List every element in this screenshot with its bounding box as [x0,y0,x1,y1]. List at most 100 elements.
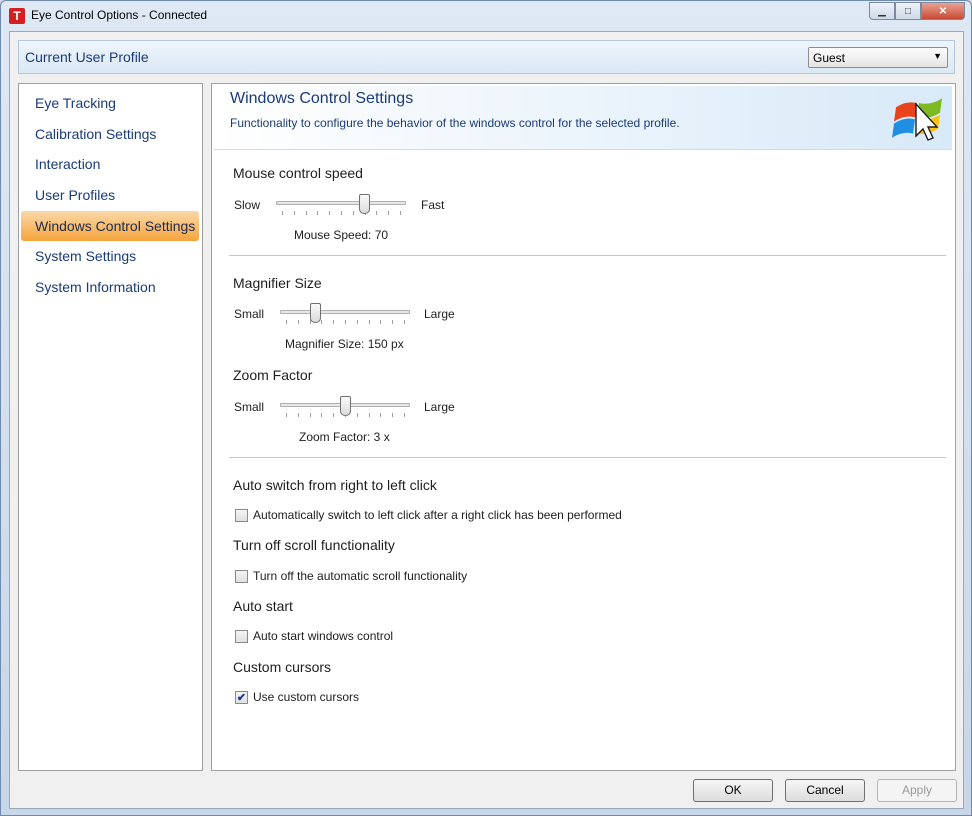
page-description: Functionality to configure the behavior … [230,116,680,130]
close-button[interactable]: ✕ [921,2,965,20]
auto-start-title: Auto start [233,598,293,614]
mouse-speed-max-label: Fast [421,198,445,212]
divider [229,457,946,458]
slider-tick [368,413,370,417]
slider-tick [368,320,370,324]
minimize-button[interactable]: ▁ [869,2,895,20]
maximize-button[interactable]: □ [895,2,921,20]
title-bar[interactable]: T Eye Control Options - Connected ▁ □ ✕ [1,1,971,31]
zoom-factor-slider[interactable] [280,396,410,420]
slider-tick [392,320,394,324]
scroll-option[interactable]: Turn off the automatic scroll functional… [235,569,467,583]
zoom-factor-value: Zoom Factor: 3 x [299,430,390,444]
windows-logo-icon [892,98,942,141]
page-title: Windows Control Settings [230,90,414,107]
mouse-speed-slider[interactable] [276,194,406,218]
slider-thumb[interactable] [359,194,371,214]
slider-tick [345,320,346,324]
auto-switch-title: Auto switch from right to left click [233,477,437,493]
dialog-client-area: Current User Profile Guest ▼ Eye Trackin… [9,31,964,809]
auto-switch-label: Automatically switch to left click after… [253,508,622,522]
slider-tick [388,211,390,215]
close-icon: ✕ [938,5,948,17]
slider-tick [286,413,287,417]
slider-tick [356,413,358,417]
scroll-title: Turn off scroll functionality [233,537,395,553]
slider-thumb[interactable] [339,396,351,416]
window-title: Eye Control Options - Connected [31,8,208,22]
magnifier-size-slider[interactable] [280,303,410,327]
slider-tick [333,413,335,417]
sidebar: Eye Tracking Calibration Settings Intera… [18,83,203,771]
slider-tick [400,211,401,215]
magnifier-max-label: Large [424,307,455,321]
mouse-speed-title: Mouse control speed [233,165,363,181]
magnifier-size-title: Magnifier Size [233,275,322,291]
slider-thumb[interactable] [310,303,321,323]
slider-tick [404,413,405,417]
apply-button[interactable]: Apply [877,779,957,802]
mouse-speed-min-label: Slow [234,198,261,212]
auto-switch-checkbox[interactable] [235,508,248,522]
scroll-label: Turn off the automatic scroll functional… [253,569,468,583]
divider [229,255,946,256]
custom-cursors-title: Custom cursors [233,659,332,675]
custom-cursors-checkbox[interactable]: ✔ [235,690,248,704]
slider-tick [380,320,382,324]
slider-tick [333,320,335,324]
mouse-speed-value: Mouse Speed: 70 [294,228,389,242]
magnifier-min-label: Small [234,307,265,321]
zoom-factor-title: Zoom Factor [233,367,313,383]
magnifier-size-value: Magnifier Size: 150 px [285,337,404,351]
slider-tick [305,211,307,215]
profile-dropdown[interactable]: Guest ▼ [808,47,948,68]
app-icon: T [9,8,25,24]
auto-start-option[interactable]: Auto start windows control [235,629,393,643]
sidebar-item-calibration-settings[interactable]: Calibration Settings [21,119,199,149]
panel-header: Windows Control Settings Functionality t… [214,86,952,150]
slider-track [280,310,410,314]
slider-tick [297,413,299,417]
sidebar-item-eye-tracking[interactable]: Eye Tracking [21,88,199,118]
sidebar-item-system-settings[interactable]: System Settings [21,241,199,271]
maximize-icon: □ [904,5,912,17]
sidebar-item-user-profiles[interactable]: User Profiles [21,180,199,210]
window-controls: ▁ □ ✕ [869,2,965,20]
sidebar-item-system-information[interactable]: System Information [21,272,199,302]
slider-tick [329,211,331,215]
profile-bar: Current User Profile Guest ▼ [18,40,955,74]
slider-tick [376,211,378,215]
checkmark-icon: ✔ [236,691,247,704]
scroll-checkbox[interactable] [235,569,248,583]
custom-cursors-option[interactable]: ✔ Use custom cursors [235,690,359,704]
slider-track [276,201,406,205]
auto-start-label: Auto start windows control [253,629,394,643]
slider-tick [380,413,382,417]
slider-tick [352,211,354,215]
slider-tick [356,320,358,324]
zoom-min-label: Small [234,400,265,414]
slider-tick [404,320,405,324]
chevron-down-icon: ▼ [933,51,942,61]
custom-cursors-label: Use custom cursors [253,690,360,704]
sidebar-item-windows-control-settings[interactable]: Windows Control Settings [21,211,199,241]
profile-label: Current User Profile [25,49,149,65]
slider-tick [321,320,323,324]
slider-tick [286,320,287,324]
minimize-icon: ▁ [878,5,886,17]
ok-button[interactable]: OK [693,779,773,802]
zoom-max-label: Large [424,400,455,414]
slider-tick [309,413,311,417]
auto-switch-option[interactable]: Automatically switch to left click after… [235,508,622,522]
profile-dropdown-value: Guest [813,51,846,65]
slider-tick [297,320,299,324]
eye-control-options-window: T Eye Control Options - Connected ▁ □ ✕ … [0,0,972,816]
slider-tick [317,211,319,215]
slider-tick [341,211,342,215]
auto-start-checkbox[interactable] [235,629,248,643]
cancel-button[interactable]: Cancel [785,779,865,802]
slider-tick [293,211,295,215]
slider-tick [392,413,394,417]
slider-tick [321,413,323,417]
sidebar-item-interaction[interactable]: Interaction [21,149,199,179]
